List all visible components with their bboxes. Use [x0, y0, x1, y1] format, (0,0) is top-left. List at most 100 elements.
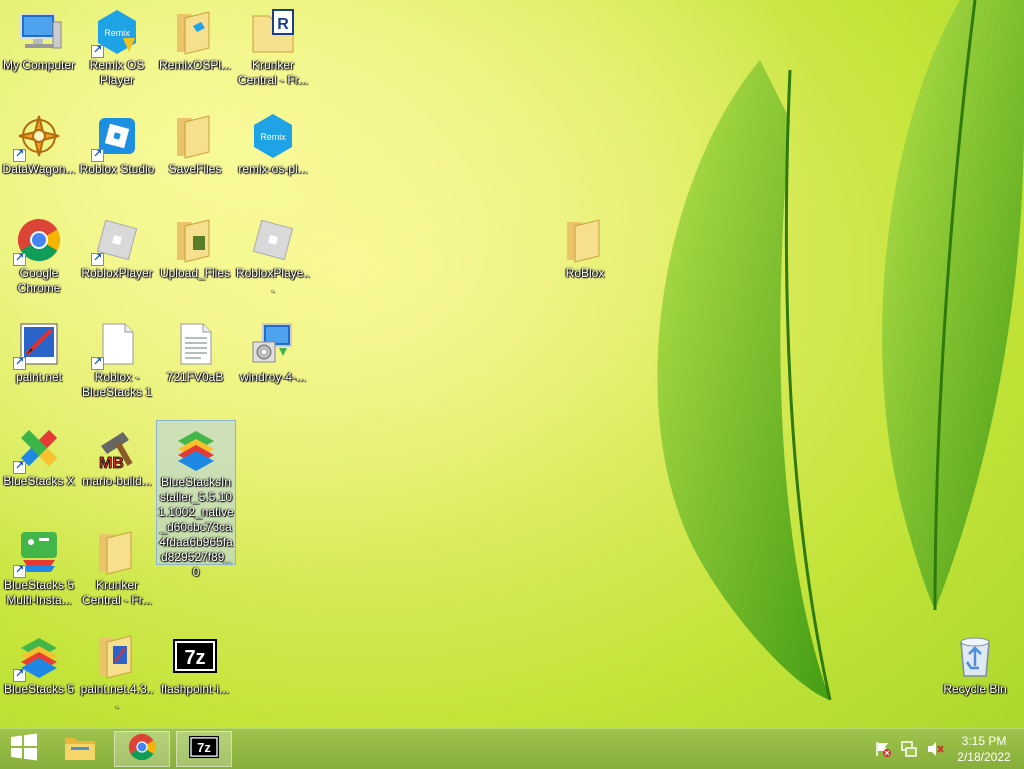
shortcut-arrow-icon: [91, 355, 104, 370]
desktop-icon-label: RemixOSPl...: [158, 58, 231, 72]
bluestacks-icon: [13, 632, 63, 682]
clock-date: 2/18/2022: [957, 750, 1011, 764]
shortcut-arrow-icon: [13, 563, 26, 578]
roblox-studio-icon: [91, 112, 141, 162]
desktop-icon-paintnet-folder[interactable]: paint.net.4.3...: [78, 628, 156, 712]
bluestacks-multi-icon: [13, 528, 63, 578]
taskbar-file-explorer-button[interactable]: [52, 731, 108, 767]
taskbar-7zip-button[interactable]: 7z: [176, 731, 232, 767]
desktop-icon-label: BlueStacksInstaller_5.5.101.1002_native_…: [158, 475, 234, 579]
svg-text:Remix: Remix: [260, 132, 286, 142]
text-file-icon: [171, 320, 219, 368]
desktop-icon-bluestacks-5-multi[interactable]: BlueStacks 5 Multi-Insta...: [0, 524, 78, 608]
network-icon[interactable]: [900, 740, 918, 758]
desktop-icon-bluestacks-5[interactable]: BlueStacks 5: [0, 628, 78, 697]
desktop-icon-krunker-folder[interactable]: Krunker Central - Fr...: [78, 524, 156, 608]
svg-text:Remix: Remix: [104, 28, 130, 38]
desktop-icon-robloxplaye[interactable]: RobloxPlaye...: [234, 212, 312, 296]
desktop-icon-label: BlueStacks X: [3, 474, 75, 488]
shortcut-arrow-icon: [13, 355, 26, 370]
desktop-icon-datawagon[interactable]: DataWagon...: [0, 108, 78, 177]
svg-text:R: R: [277, 16, 289, 33]
7zip-icon: 7z: [171, 632, 219, 680]
desktop-icon-remix-os-pl[interactable]: Remix remix-os-pl...: [234, 108, 312, 177]
bluestacks-x-icon: [13, 424, 63, 474]
desktop-icon-krunker-central[interactable]: R Krunker Central - Fr...: [234, 4, 312, 88]
desktop-icon-label: Upload_Files: [159, 266, 231, 280]
datawagon-icon: [13, 112, 63, 162]
mario-builder-icon: MB: [93, 424, 141, 472]
taskbar: 7z 3:15 PM 2/18/2022: [0, 728, 1024, 769]
desktop-icon-bluestacks-x[interactable]: BlueStacks X: [0, 420, 78, 489]
shortcut-arrow-icon: [13, 147, 26, 162]
bluestacks-icon: [172, 425, 220, 473]
desktop-icon-label: DataWagon...: [2, 162, 76, 176]
volume-muted-icon[interactable]: [926, 740, 944, 758]
desktop-icon-label: BlueStacks 5 Multi-Insta...: [3, 578, 75, 607]
folder-icon: [93, 528, 141, 576]
shortcut-arrow-icon: [91, 147, 104, 162]
desktop-icon-label: BlueStacks 5: [3, 682, 75, 696]
desktop-icon-721fv0ab[interactable]: 721FV0aB: [156, 316, 234, 385]
paintnet-icon: [13, 320, 63, 370]
desktop-icon-remix-os-player[interactable]: Remix Remix OS Player: [78, 4, 156, 88]
desktop-icon-label: windroy-4-...: [239, 370, 307, 384]
7zip-icon: 7z: [188, 734, 220, 764]
desktop-icon-label: RoBlox: [565, 266, 605, 280]
desktop-icon-paintnet[interactable]: paint.net: [0, 316, 78, 385]
desktop-icon-roblox-bluestacks[interactable]: Roblox - BlueStacks 1: [78, 316, 156, 400]
shortcut-arrow-icon: [13, 459, 26, 474]
system-tray: 3:15 PM 2/18/2022: [870, 729, 1024, 769]
remix-os-icon: Remix: [249, 112, 297, 160]
clock-time: 3:15 PM: [961, 734, 1007, 748]
chrome-icon: [127, 732, 157, 766]
shortcut-arrow-icon: [13, 667, 26, 682]
desktop-icon-label: Roblox Studio: [79, 162, 155, 176]
desktop-icon-label: flashpoint-i...: [160, 682, 230, 696]
svg-text:7z: 7z: [184, 647, 205, 669]
desktop-icon-robloxplayer[interactable]: RobloxPlayer: [78, 212, 156, 281]
chrome-icon: [13, 216, 63, 266]
taskbar-chrome-button[interactable]: [114, 731, 170, 767]
desktop-icon-label: paint.net: [15, 370, 63, 384]
desktop-icon-label: 721FV0aB: [166, 370, 224, 384]
start-button[interactable]: [0, 731, 48, 767]
desktop-icon-my-computer[interactable]: My Computer: [0, 4, 78, 73]
roblox-icon: [91, 216, 141, 266]
desktop-icon-mario-builder[interactable]: MB mario-build...: [78, 420, 156, 489]
desktop-icon-roblox-studio[interactable]: Roblox Studio: [78, 108, 156, 177]
clock[interactable]: 3:15 PM 2/18/2022: [948, 733, 1020, 765]
desktop-icon-roblox-folder[interactable]: RoBlox: [546, 212, 624, 281]
desktop-icon-label: Recycle Bin: [943, 682, 1007, 696]
file-explorer-icon: [63, 732, 97, 766]
paintnet-folder-icon: [93, 632, 141, 680]
desktop-icon-windroy[interactable]: windroy-4-...: [234, 316, 312, 385]
desktop-icon-flashpoint[interactable]: 7z flashpoint-i...: [156, 628, 234, 697]
action-center-icon[interactable]: [874, 740, 892, 758]
recycle-bin-icon: [951, 632, 999, 680]
desktop-icon-savefiles[interactable]: SaveFiles: [156, 108, 234, 177]
desktop-icon-label: Krunker Central - Fr...: [81, 578, 152, 607]
shortcut-arrow-icon: [91, 251, 104, 266]
desktop-icon-label: RobloxPlayer: [81, 266, 153, 280]
file-icon: [91, 320, 141, 370]
folder-icon: [561, 216, 609, 264]
roblox-icon: [249, 216, 297, 264]
desktop-icon-bluestacks-installer[interactable]: BlueStacksInstaller_5.5.101.1002_native_…: [156, 420, 236, 579]
desktop-icon-label: Roblox - BlueStacks 1: [81, 370, 153, 399]
desktop-icon-google-chrome[interactable]: Google Chrome: [0, 212, 78, 296]
desktop-icon-label: remix-os-pl...: [238, 162, 308, 176]
desktop-icon-label: mario-build...: [82, 474, 152, 488]
installer-icon: [249, 320, 297, 368]
computer-icon: [15, 8, 63, 56]
desktop-icon-remixospl-folder[interactable]: RemixOSPl...: [156, 4, 234, 73]
krunker-icon: R: [249, 8, 297, 56]
desktop-icon-label: SaveFiles: [168, 162, 222, 176]
desktop-icon-label: Google Chrome: [17, 266, 61, 295]
desktop-icon-upload-files[interactable]: Upload_Files: [156, 212, 234, 281]
svg-text:MB: MB: [99, 455, 124, 472]
desktop-icon-recycle-bin[interactable]: Recycle Bin: [936, 628, 1014, 697]
desktop-icon-label: RobloxPlaye...: [235, 266, 311, 295]
svg-text:7z: 7z: [197, 740, 211, 755]
desktop: My Computer DataWagon... Google Chrome p…: [0, 0, 1024, 728]
